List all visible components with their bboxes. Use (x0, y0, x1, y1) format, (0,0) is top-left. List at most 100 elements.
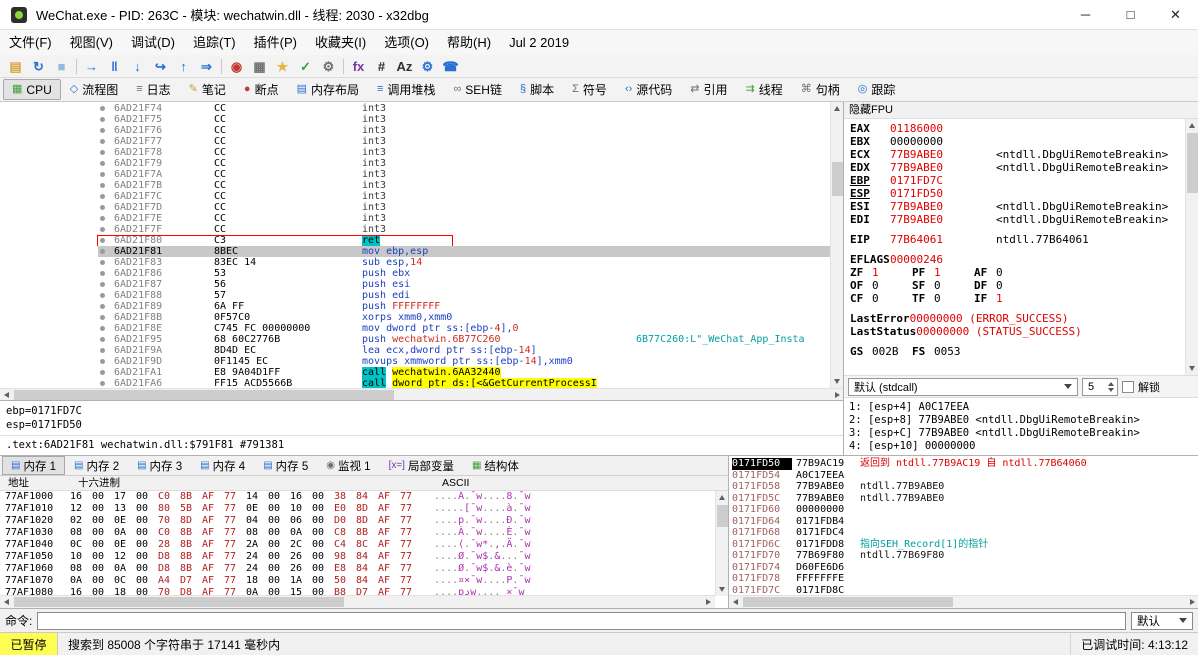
tab-graph[interactable]: ◇流程图 (61, 79, 127, 100)
breakpoint-dot[interactable] (100, 337, 105, 342)
breakpoint-dot[interactable] (100, 117, 105, 122)
breakpoint-dot[interactable] (100, 260, 105, 265)
argument-count-spinner[interactable]: 5 (1082, 378, 1118, 396)
memory-map-icon[interactable]: ▦ (248, 56, 271, 76)
memory-row[interactable]: 77AF106008000A00D88BAF7724002600E884AF77… (0, 563, 728, 575)
disassembly-vertical-scrollbar[interactable] (830, 102, 843, 388)
hide-fpu-button[interactable]: 隐藏FPU (849, 104, 893, 116)
register-row[interactable]: EDX77B9ABE0<ntdll.DbgUiRemoteBreakin> (850, 161, 1198, 174)
argument-row[interactable]: 1: [esp+4] A0C17EEA (849, 401, 1198, 414)
tab-log[interactable]: ≡日志 (127, 79, 179, 100)
breakpoint-dot[interactable] (100, 370, 105, 375)
breakpoint-dot[interactable] (100, 194, 105, 199)
memory-dump-pane[interactable]: 地址 十六进制 ASCII 77AF100016001700C08BAF7714… (0, 475, 728, 608)
menu-item-5[interactable]: 插件(P) (245, 30, 306, 55)
register-row[interactable]: LastStatus00000000 (STATUS_SUCCESS) (850, 325, 1198, 338)
step-over-icon[interactable]: ↪ (149, 56, 172, 76)
breakpoint-dot[interactable] (100, 381, 105, 386)
tab-cpu[interactable]: ▦CPU (3, 79, 61, 100)
menu-item-8[interactable]: 帮助(H) (438, 30, 500, 55)
disasm-row[interactable]: 6AD21F8857push edi (0, 290, 843, 301)
disasm-row[interactable]: 6AD21F7ACCint3 (0, 169, 843, 180)
breakpoint-dot[interactable] (100, 139, 105, 144)
breakpoint-dot[interactable] (100, 227, 105, 232)
disasm-row[interactable]: 6AD21F78CCint3 (0, 147, 843, 158)
stack-row[interactable]: 0171FD5077B9AC19返回到 ntdll.77B9AC19 自 ntd… (729, 458, 1198, 470)
disasm-row[interactable]: 6AD21F8653push ebx (0, 268, 843, 279)
run-icon[interactable]: → (80, 56, 103, 76)
tab-struct[interactable]: ▦结构体 (463, 456, 528, 475)
memory-vertical-scrollbar[interactable] (715, 491, 728, 596)
step-out-icon[interactable]: ↑ (172, 56, 195, 76)
breakpoint-dot[interactable] (100, 205, 105, 210)
disasm-row[interactable]: 6AD21F8EC745 FC 00000000mov dword ptr ss… (0, 323, 843, 334)
scroll-left-arrow-icon[interactable] (4, 392, 9, 398)
tab-breakpoints[interactable]: ●断点 (235, 79, 288, 100)
scrollbar-thumb[interactable] (717, 505, 728, 527)
favourites-icon[interactable]: ★ (271, 56, 294, 76)
stack-row[interactable]: 0171FD640171FDB4 (729, 516, 1198, 528)
disasm-row[interactable]: 6AD21F8383EC 14sub esp,14 (0, 257, 843, 268)
disasm-row[interactable]: 6AD21F79CCint3 (0, 158, 843, 169)
tab-notes[interactable]: ✎笔记 (180, 79, 235, 100)
tab-dump-2[interactable]: ▤内存 2 (65, 456, 128, 475)
memory-row[interactable]: 77AF10400C000E00288BAF772A002C00C48CAF77… (0, 539, 728, 551)
check-icon[interactable]: ✓ (294, 56, 317, 76)
register-row[interactable]: EBX00000000 (850, 135, 1198, 148)
scroll-left-arrow-icon[interactable] (4, 599, 9, 605)
argument-row[interactable]: 3: [esp+C] 77B9ABE0 <ntdll.DbgUiRemoteBr… (849, 427, 1198, 440)
register-row[interactable]: EAX01186000 (850, 122, 1198, 135)
scroll-down-arrow-icon[interactable] (834, 379, 840, 384)
tab-dump-1[interactable]: ▤内存 1 (2, 456, 65, 475)
minimize-button[interactable]: ─ (1063, 0, 1108, 29)
register-row[interactable]: ESP0171FD50 (850, 187, 1198, 200)
scrollbar-thumb[interactable] (1187, 133, 1198, 193)
restart-icon[interactable]: ↻ (27, 56, 50, 76)
stop-icon[interactable]: ■ (50, 56, 73, 76)
command-profile-select[interactable]: 默认 (1131, 612, 1193, 630)
breakpoint-dot[interactable] (100, 271, 105, 276)
stack-row[interactable]: 0171FD54A0C17EEA (729, 470, 1198, 482)
arguments-view[interactable]: 1: [esp+4] A0C17EEA2: [esp+8] 77B9ABE0 <… (844, 397, 1198, 455)
gear-icon[interactable]: ⚙ (317, 56, 340, 76)
stack-row[interactable]: 0171FD5C77B9ABE0ntdll.77B9ABE0 (729, 493, 1198, 505)
run-to-cursor-icon[interactable]: ⇒ (195, 56, 218, 76)
disasm-row[interactable]: 6AD21F7FCCint3 (0, 224, 843, 235)
scroll-right-arrow-icon[interactable] (835, 392, 840, 398)
spinner-down-icon[interactable] (1108, 388, 1114, 392)
breakpoint-dot[interactable] (100, 183, 105, 188)
memory-row[interactable]: 77AF10700A000C00A4D7AF7718001A005084AF77… (0, 575, 728, 587)
scroll-down-arrow-icon[interactable] (1189, 366, 1195, 371)
memory-row[interactable]: 77AF105010001200D88BAF77240026009884AF77… (0, 551, 728, 563)
help-icon[interactable]: ☎ (439, 56, 462, 76)
open-file-icon[interactable]: ▤ (4, 56, 27, 76)
disassembly-pane[interactable]: 6AD21F74CCint36AD21F75CCint36AD21F76CCin… (0, 102, 844, 400)
scroll-right-arrow-icon[interactable] (1190, 599, 1195, 605)
menu-item-2[interactable]: 视图(V) (61, 30, 122, 55)
tab-call-stack[interactable]: ≡调用堆栈 (368, 79, 444, 100)
close-button[interactable]: ✕ (1153, 0, 1198, 29)
disasm-row[interactable]: 6AD21F818BECmov ebp,esp (0, 246, 843, 257)
memory-row[interactable]: 77AF103008000A00C08BAF7708000A00C88BAF77… (0, 527, 728, 539)
tab-script[interactable]: §脚本 (511, 79, 563, 100)
memory-horizontal-scrollbar[interactable] (0, 595, 715, 608)
argument-row[interactable]: 4: [esp+10] 00000000 (849, 440, 1198, 453)
tab-locals[interactable]: [x=]局部变量 (380, 456, 463, 475)
stack-row[interactable]: 0171FD6C0171FDD8指向SEH_Record[1]的指针 (729, 539, 1198, 551)
menu-item-9[interactable]: Jul 2 2019 (500, 30, 578, 55)
registers-pane[interactable]: 隐藏FPU EAX01186000EBX00000000ECX77B9ABE0<… (844, 102, 1198, 455)
disasm-row[interactable]: 6AD21F77CCint3 (0, 136, 843, 147)
register-row[interactable]: GS002BFS0053 (850, 345, 1198, 358)
register-row[interactable]: EDI77B9ABE0<ntdll.DbgUiRemoteBreakin> (850, 213, 1198, 226)
breakpoint-dot[interactable] (100, 216, 105, 221)
breakpoint-dot[interactable] (100, 304, 105, 309)
disasm-row[interactable]: 6AD21F7DCCint3 (0, 202, 843, 213)
breakpoint-dot[interactable] (100, 359, 105, 364)
disasm-row[interactable]: 6AD21FA1E8 9A04D1FFcall wechatwin.6AA324… (0, 367, 843, 378)
tab-memory-map[interactable]: ▤内存布局 (288, 79, 368, 100)
memory-row[interactable]: 77AF102002000E00708DAF7704000600D08DAF77… (0, 515, 728, 527)
register-row[interactable]: ZF1PF1AF0 (850, 266, 1198, 279)
register-row[interactable]: ESI77B9ABE0<ntdll.DbgUiRemoteBreakin> (850, 200, 1198, 213)
scroll-up-arrow-icon[interactable] (719, 495, 725, 500)
tab-symbols[interactable]: Σ符号 (563, 79, 616, 100)
